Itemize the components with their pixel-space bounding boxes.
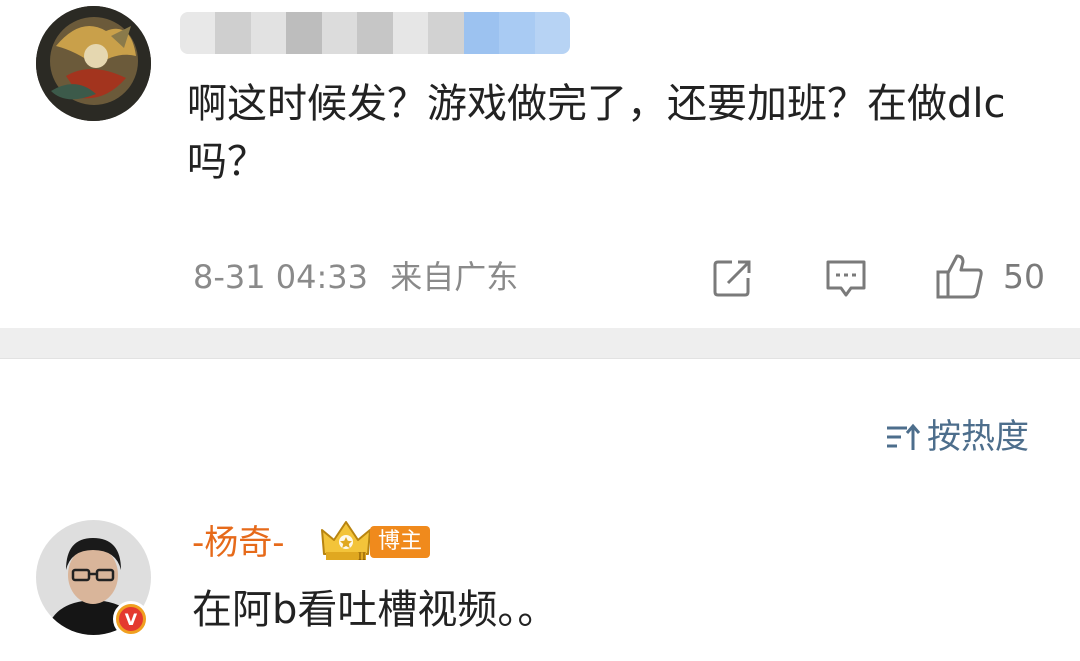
commenter-name[interactable]: -杨奇- xyxy=(192,521,285,565)
sort-by-hot-button[interactable]: 按热度 xyxy=(885,415,1029,459)
share-button[interactable] xyxy=(710,256,754,304)
crown-icon: II xyxy=(318,518,374,563)
thumbs-up-icon xyxy=(936,254,983,299)
post-text: 啊这时候发？游戏做完了，还要加班？在做dlc吗？ xyxy=(187,81,1006,185)
comment-text: 在阿b看吐槽视频。。 xyxy=(192,587,558,633)
share-icon xyxy=(713,260,751,297)
comment-icon xyxy=(826,260,866,297)
section-divider xyxy=(0,328,1080,359)
like-count: 50 xyxy=(1003,257,1045,296)
comment-button[interactable] xyxy=(824,256,868,304)
blogger-badge: 博主 xyxy=(370,526,431,558)
sort-icon xyxy=(887,423,921,450)
svg-text:II: II xyxy=(358,552,366,562)
verified-badge-icon: V xyxy=(113,601,149,637)
post-author-avatar[interactable] xyxy=(36,6,151,121)
post-meta: 8-31 04:33 来自广东 xyxy=(193,257,518,297)
avatar-image xyxy=(36,6,151,121)
sort-label: 按热度 xyxy=(927,417,1029,457)
post-timestamp: 8-31 04:33 xyxy=(193,258,369,296)
post-author-name-obscured[interactable] xyxy=(180,12,570,54)
like-button[interactable] xyxy=(935,252,985,300)
post-location: 来自广东 xyxy=(390,258,519,296)
